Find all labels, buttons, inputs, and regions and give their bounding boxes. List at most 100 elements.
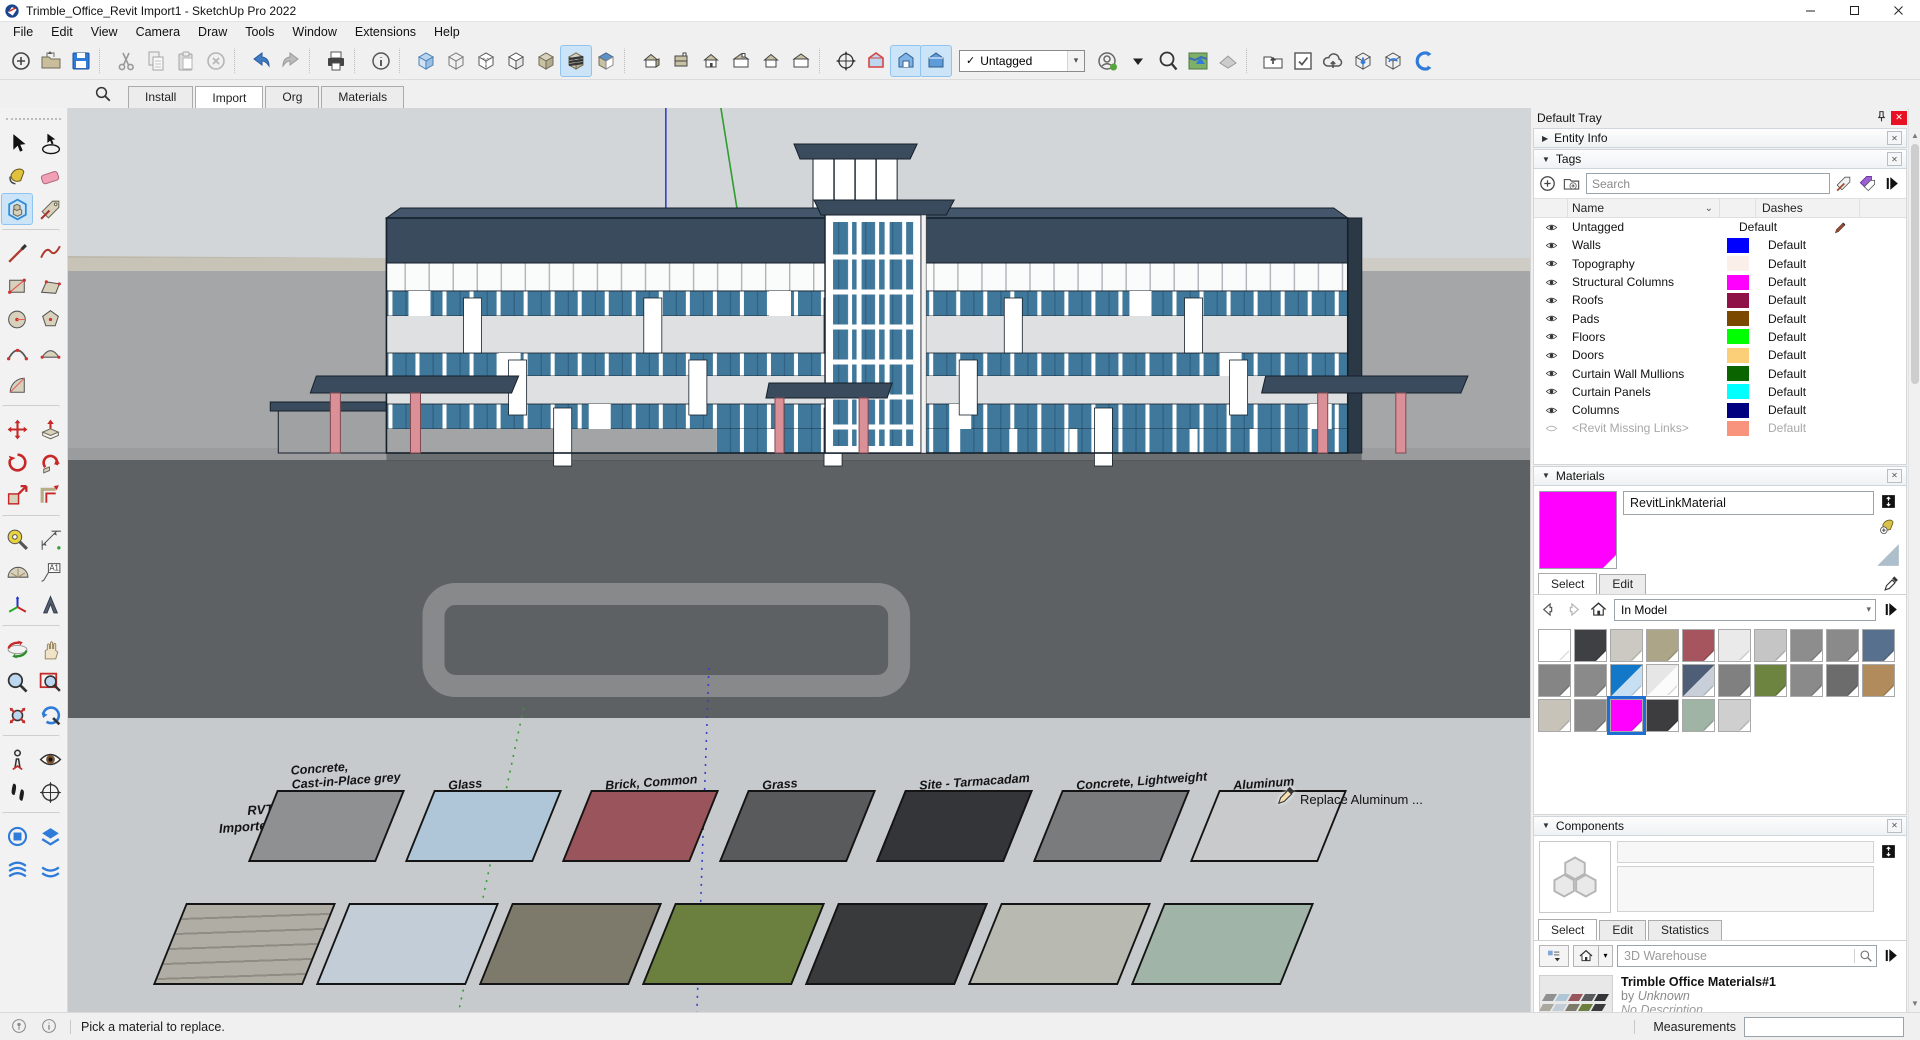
<Revit Missing Links>[interactable]: <Revit Missing Links> Default xyxy=(1534,419,1906,437)
material-sample-tile[interactable]: Site - Tarmacadam xyxy=(905,790,1033,862)
rotate-tool[interactable] xyxy=(2,447,32,477)
trimble-connect-button[interactable] xyxy=(1408,46,1438,76)
material-sample-tile[interactable]: Glass xyxy=(434,790,562,862)
scrollbar-thumb[interactable] xyxy=(1911,144,1919,384)
rotated-rectangle-tool[interactable] xyxy=(35,271,65,301)
components-header[interactable]: ▼ Components ✕ xyxy=(1533,816,1907,836)
Columns[interactable]: Columns Default xyxy=(1534,401,1906,419)
material-swatch[interactable] xyxy=(1718,629,1751,662)
tag-dashes-value[interactable]: Default xyxy=(1756,403,1854,417)
help-status-icon[interactable] xyxy=(40,1017,60,1037)
tag-name[interactable]: Columns xyxy=(1568,403,1720,417)
line-tool[interactable] xyxy=(2,238,32,268)
sign-in-button[interactable] xyxy=(1093,46,1123,76)
toolbar-grip[interactable] xyxy=(6,118,61,122)
paste-button[interactable] xyxy=(171,46,201,76)
visibility-eye-icon[interactable] xyxy=(1534,257,1568,270)
freehand-tool[interactable] xyxy=(35,238,65,268)
axes-tool[interactable] xyxy=(2,590,32,620)
display-secondary-pane-icon[interactable] xyxy=(1880,843,1897,860)
components-tab[interactable]: Edit xyxy=(1599,920,1646,940)
tags-close-button[interactable]: ✕ xyxy=(1887,152,1902,166)
previous-view-tool[interactable] xyxy=(35,700,65,730)
front-view-button[interactable] xyxy=(696,46,726,76)
materials-tab[interactable]: Edit xyxy=(1599,574,1646,594)
scroll-down-icon[interactable]: ▼ xyxy=(1909,996,1920,1010)
tag-color-swatch[interactable] xyxy=(1727,403,1749,418)
tag-name[interactable]: Walls xyxy=(1568,238,1720,252)
section-plane-button[interactable] xyxy=(831,46,861,76)
display-secondary-pane-icon[interactable] xyxy=(1880,493,1897,510)
print-button[interactable] xyxy=(321,46,351,76)
material-tile-face[interactable] xyxy=(876,790,1033,862)
search-button[interactable] xyxy=(1153,46,1183,76)
color-by-tag-icon[interactable] xyxy=(1858,174,1878,194)
tag-name[interactable]: Pads xyxy=(1568,312,1720,326)
left-view-button[interactable] xyxy=(786,46,816,76)
material-sample-tile[interactable] xyxy=(186,903,336,985)
visibility-eye-icon[interactable] xyxy=(1534,221,1568,234)
shaded-style-button[interactable] xyxy=(531,46,561,76)
sort-chevron-icon[interactable]: ⌄ xyxy=(1705,203,1713,214)
tag-dashes-value[interactable]: Default xyxy=(1756,367,1854,381)
visibility-eye-icon[interactable] xyxy=(1534,385,1568,398)
menu-item[interactable]: Window xyxy=(283,23,345,41)
Structural Columns[interactable]: Structural Columns Default xyxy=(1534,273,1906,291)
tag-color-swatch[interactable] xyxy=(1727,329,1749,344)
Doors[interactable]: Doors Default xyxy=(1534,346,1906,364)
material-tile-face[interactable] xyxy=(805,903,988,985)
visibility-eye-icon[interactable] xyxy=(1534,404,1568,417)
material-swatch[interactable] xyxy=(1538,664,1571,697)
components-tab[interactable]: Select xyxy=(1538,919,1597,940)
material-tile-face[interactable] xyxy=(1033,790,1190,862)
maximize-button[interactable] xyxy=(1832,0,1876,21)
component-result-row[interactable]: Trimble Office Materials#1 by Unknown No… xyxy=(1534,971,1906,1012)
component-author[interactable]: Unknown xyxy=(1638,989,1690,1003)
model-viewport[interactable]: RVT Imported SKP Replace w/ Concrete, Ca… xyxy=(68,108,1530,1012)
Untagged[interactable]: Untagged Default xyxy=(1534,218,1906,236)
tag-color-swatch[interactable] xyxy=(1727,238,1749,253)
material-swatch[interactable] xyxy=(1610,629,1643,662)
visibility-eye-icon[interactable] xyxy=(1534,312,1568,325)
details-arrow-icon[interactable] xyxy=(1881,600,1901,620)
tag-name[interactable]: Topography xyxy=(1568,257,1720,271)
sign-in-caret[interactable] xyxy=(1123,46,1153,76)
menu-item[interactable]: Edit xyxy=(42,23,82,41)
extension-tool-3[interactable] xyxy=(2,854,32,884)
entity-info-close-button[interactable]: ✕ xyxy=(1887,131,1902,145)
back-edges-style-button[interactable] xyxy=(471,46,501,76)
details-arrow-icon[interactable] xyxy=(1881,946,1901,966)
material-swatch[interactable] xyxy=(1826,629,1859,662)
scene-tab[interactable]: Org xyxy=(265,86,319,108)
orbit-tool[interactable] xyxy=(2,634,32,664)
pan-tool[interactable] xyxy=(35,634,65,664)
in-model-home-button[interactable] xyxy=(1573,945,1599,967)
tag-name[interactable]: Curtain Wall Mullions xyxy=(1568,367,1720,381)
protractor-tool[interactable] xyxy=(2,557,32,587)
Roofs[interactable]: Roofs Default xyxy=(1534,291,1906,309)
tag-name[interactable]: Curtain Panels xyxy=(1568,385,1720,399)
tag-color-swatch[interactable] xyxy=(1727,348,1749,363)
materials-collection-dropdown[interactable]: In Model ▾ xyxy=(1614,599,1876,621)
erase-button[interactable] xyxy=(201,46,231,76)
components-tab[interactable]: Statistics xyxy=(1648,920,1722,940)
material-swatch[interactable] xyxy=(1718,699,1751,732)
push-pull-tool[interactable] xyxy=(35,414,65,444)
walk-tool[interactable] xyxy=(2,777,32,807)
menu-item[interactable]: Help xyxy=(425,23,469,41)
new-button[interactable] xyxy=(6,46,36,76)
material-name-input[interactable] xyxy=(1623,491,1874,515)
tag-color-swatch[interactable] xyxy=(1727,384,1749,399)
follow-me-tool[interactable] xyxy=(35,447,65,477)
details-arrow-icon[interactable] xyxy=(1882,174,1902,194)
tape-measure-tool[interactable] xyxy=(2,524,32,554)
visibility-eye-icon[interactable] xyxy=(1534,294,1568,307)
collapse-arrow-icon[interactable]: ▼ xyxy=(1542,471,1550,480)
tag-dashes-value[interactable]: Default xyxy=(1756,421,1854,435)
material-swatch[interactable] xyxy=(1754,629,1787,662)
material-sample-tile[interactable] xyxy=(349,903,499,985)
material-tile-face[interactable] xyxy=(562,790,719,862)
look-around-tool[interactable] xyxy=(35,744,65,774)
dimension-tool[interactable] xyxy=(35,524,65,554)
menu-item[interactable]: Extensions xyxy=(346,23,425,41)
